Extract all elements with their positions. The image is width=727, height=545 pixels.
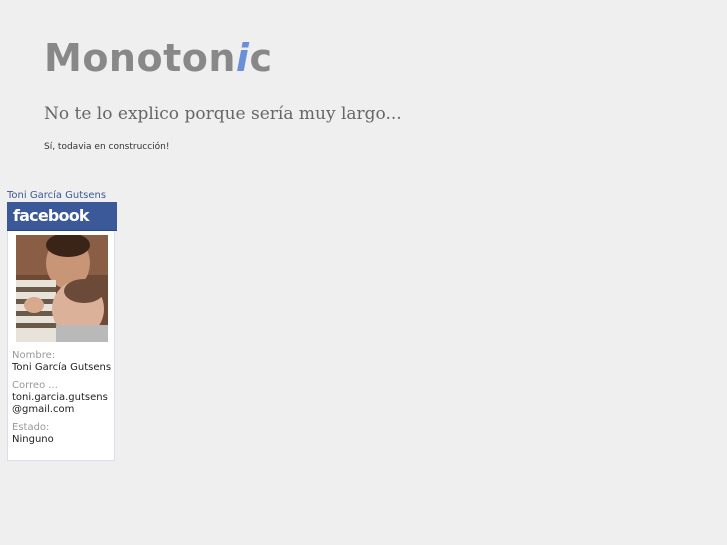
field-label-nombre: Nombre: [12,350,56,361]
field-label-estado: Estado: [12,422,50,433]
facebook-header[interactable]: facebook [7,202,117,231]
logo-text-accent: i [235,36,250,80]
field-value-correo: toni.garcia.gutsens@gmail.com [12,392,108,415]
field-label-correo: Correo ... [12,380,58,391]
profile-name-link[interactable]: Toni García Gutsens [7,189,106,202]
tagline: No te lo explico porque sería muy largo.… [44,104,402,124]
profile-fields: Nombre: Toni García Gutsens Correo ... t… [12,350,112,452]
site-logo: Monotonic [44,36,272,80]
logo-text-main: Monoton [44,36,236,80]
facebook-logo: facebook [13,206,90,225]
facebook-badge[interactable]: facebook Nombre: Toni García Gutsens Cor… [7,202,117,461]
field-value-estado: Ninguno [12,434,54,445]
construction-note: Sí, todavia en construcción! [44,142,170,152]
field-value-nombre: Toni García Gutsens [12,362,112,373]
profile-photo[interactable] [16,235,108,342]
logo-text-end: c [249,36,273,80]
